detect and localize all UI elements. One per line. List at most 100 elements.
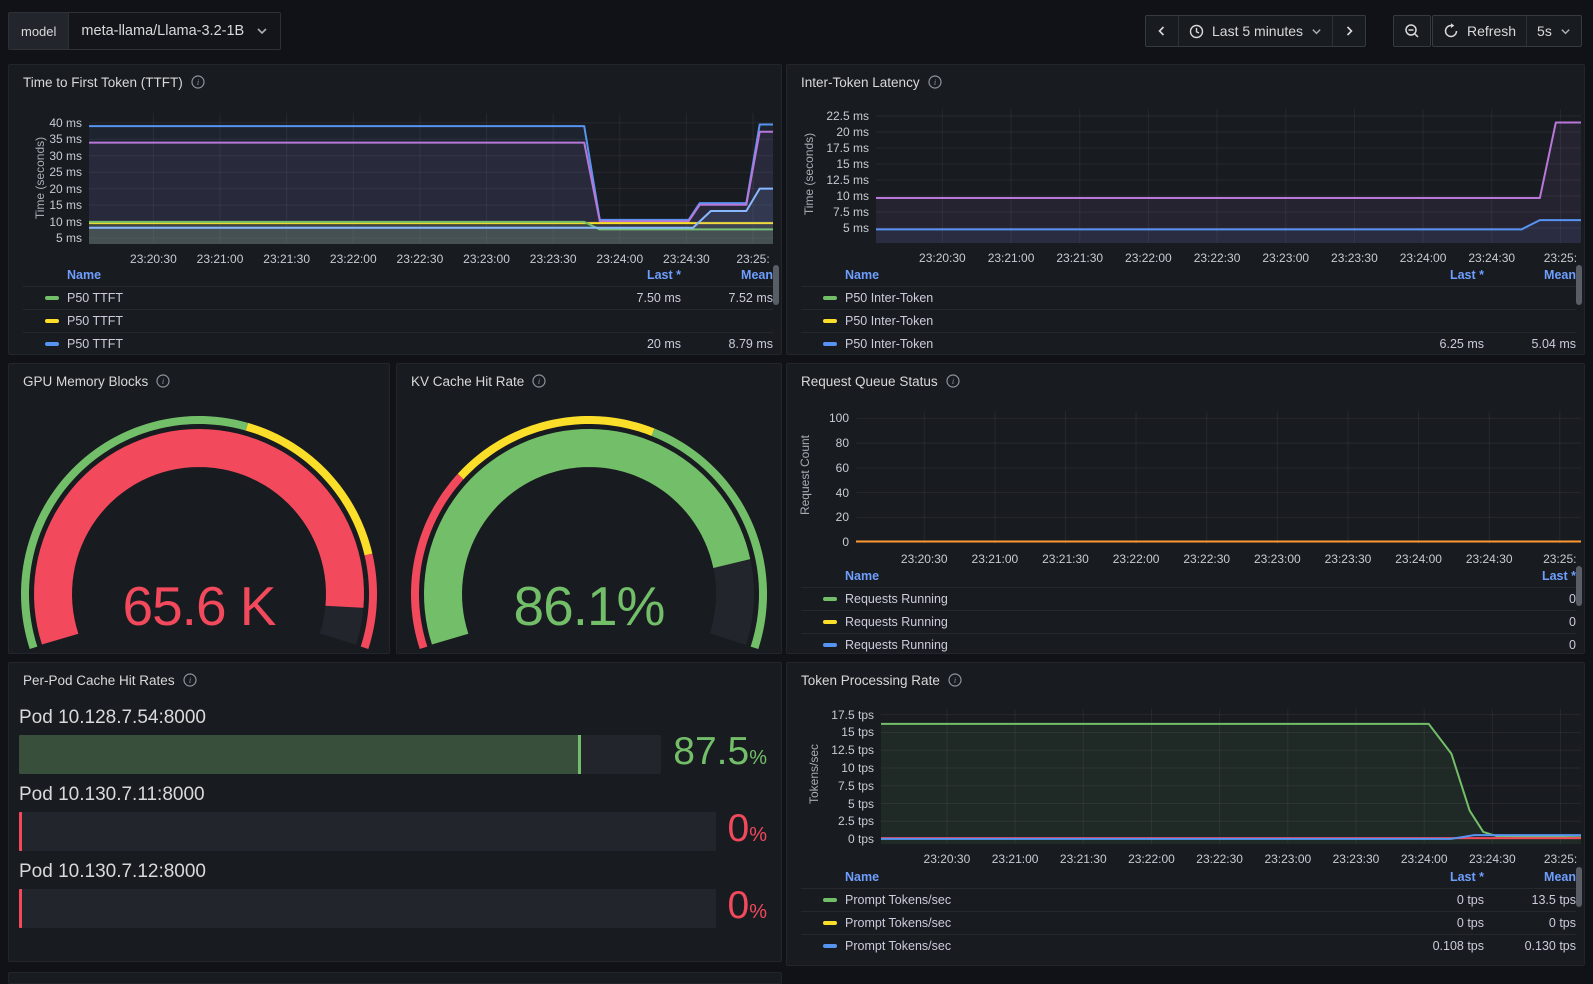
- y-axis-label: Request Count: [798, 420, 812, 530]
- pod-bar-track: [19, 889, 716, 928]
- legend-row[interactable]: P50 Inter-Token: [801, 286, 1576, 309]
- panel-title[interactable]: KV Cache Hit Rate: [411, 374, 524, 389]
- legend-col-name[interactable]: Name: [67, 268, 576, 282]
- series-name[interactable]: Requests Running: [845, 592, 1471, 606]
- kv-gauge-value: 86.1%: [397, 574, 781, 638]
- y-axis-tick: 10 ms: [836, 189, 869, 203]
- info-icon[interactable]: i: [191, 75, 205, 89]
- series-last-value: 0.108 tps: [1379, 939, 1484, 953]
- y-axis-tick: 20 ms: [49, 182, 82, 196]
- y-axis-tick: 40: [836, 486, 849, 500]
- info-icon[interactable]: i: [928, 75, 942, 89]
- panel-title[interactable]: Request Queue Status: [801, 374, 938, 389]
- request-queue-chart-plot[interactable]: 02040608010023:20:3023:21:0023:21:3023:2…: [856, 411, 1581, 544]
- pod-label: Pod 10.130.7.11:8000: [19, 782, 767, 808]
- y-axis-tick: 17.5 tps: [831, 708, 874, 722]
- series-color-swatch: [823, 921, 837, 925]
- model-variable-dropdown[interactable]: meta-llama/Llama-3.2-1B: [69, 13, 280, 49]
- legend-col-mean[interactable]: Mean: [1484, 870, 1576, 884]
- legend-row[interactable]: P50 TTFT7.50 ms7.52 ms: [23, 286, 773, 309]
- series-name[interactable]: P50 TTFT: [67, 337, 576, 351]
- panel-title[interactable]: GPU Memory Blocks: [23, 374, 148, 389]
- time-shift-back-button[interactable]: [1146, 16, 1178, 46]
- legend-row[interactable]: Requests Running0: [801, 633, 1576, 654]
- pod-bar-fill: [19, 735, 581, 774]
- legend-row[interactable]: Requests Running0: [801, 587, 1576, 610]
- legend-row[interactable]: Prompt Tokens/sec0 tps0 tps: [801, 911, 1576, 934]
- refresh-interval-picker[interactable]: 5s: [1526, 16, 1581, 46]
- series-name[interactable]: P50 Inter-Token: [845, 291, 1379, 305]
- y-axis-tick: 10 tps: [841, 761, 874, 775]
- info-icon[interactable]: i: [183, 673, 197, 687]
- legend-row[interactable]: Requests Running0: [801, 610, 1576, 633]
- series-name[interactable]: Prompt Tokens/sec: [845, 939, 1379, 953]
- panel-title[interactable]: Time to First Token (TTFT): [23, 75, 183, 90]
- legend-scrollbar[interactable]: [773, 265, 779, 305]
- legend-col-last[interactable]: Last *: [1379, 870, 1484, 884]
- legend-row[interactable]: P50 Inter-Token: [801, 309, 1576, 332]
- chevron-down-icon: [1311, 26, 1322, 37]
- panel-gpu-memory-blocks: GPU Memory Blocks i 65.6 K: [8, 363, 390, 654]
- chevron-down-icon: [1560, 26, 1571, 37]
- token-rate-chart-plot[interactable]: 0 tps2.5 tps5 tps7.5 tps10 tps12.5 tps15…: [881, 709, 1581, 844]
- ttft-chart-plot[interactable]: 5 ms10 ms15 ms20 ms25 ms30 ms35 ms40 ms2…: [89, 113, 773, 244]
- legend-col-name[interactable]: Name: [845, 569, 1471, 583]
- svg-text:i: i: [933, 77, 936, 87]
- pod-bar-gauge-list: Pod 10.128.7.54:800087.5%Pod 10.130.7.11…: [19, 697, 767, 928]
- series-name[interactable]: Requests Running: [845, 638, 1471, 652]
- legend-scrollbar[interactable]: [1576, 566, 1582, 606]
- legend-row[interactable]: Prompt Tokens/sec0.108 tps0.130 tps: [801, 934, 1576, 957]
- legend-row[interactable]: Prompt Tokens/sec0 tps13.5 tps: [801, 888, 1576, 911]
- x-axis-tick: 23:25:: [1544, 852, 1577, 866]
- panel-title[interactable]: Inter-Token Latency: [801, 75, 920, 90]
- legend-header: NameLast *Mean: [23, 263, 773, 286]
- info-icon[interactable]: i: [532, 374, 546, 388]
- series-name[interactable]: Prompt Tokens/sec: [845, 916, 1379, 930]
- pod-bar-gauge: 0%: [19, 812, 767, 851]
- y-axis-tick: 100: [829, 411, 849, 425]
- legend-row[interactable]: P50 TTFT20 ms8.79 ms: [23, 332, 773, 355]
- legend-col-mean[interactable]: Mean: [1484, 268, 1576, 282]
- legend-scrollbar[interactable]: [1576, 867, 1582, 907]
- chevron-down-icon: [256, 25, 268, 37]
- x-axis-tick: 23:21:30: [1060, 852, 1107, 866]
- y-axis-tick: 5 ms: [843, 221, 869, 235]
- panel-title[interactable]: Per-Pod Cache Hit Rates: [23, 673, 175, 688]
- series-color-swatch: [45, 296, 59, 300]
- y-axis-tick: 30 ms: [49, 149, 82, 163]
- legend-row[interactable]: P50 Inter-Token6.25 ms5.04 ms: [801, 332, 1576, 355]
- legend-col-last[interactable]: Last *: [1379, 268, 1484, 282]
- series-name[interactable]: P50 TTFT: [67, 291, 576, 305]
- legend-col-last[interactable]: Last *: [576, 268, 681, 282]
- time-range-picker[interactable]: Last 5 minutes: [1178, 16, 1332, 46]
- pod-label: Pod 10.130.7.12:8000: [19, 859, 767, 885]
- legend-col-mean[interactable]: Mean: [681, 268, 773, 282]
- dashboard-toolbar: model meta-llama/Llama-3.2-1B Last 5 min…: [0, 0, 1593, 62]
- y-axis-label: Tokens/sec: [807, 719, 821, 829]
- series-last-value: 0: [1471, 592, 1576, 606]
- series-name[interactable]: Requests Running: [845, 615, 1471, 629]
- zoom-out-button[interactable]: [1394, 16, 1430, 46]
- gpu-memory-gauge: 65.6 K: [9, 392, 389, 653]
- series-name[interactable]: P50 TTFT: [67, 314, 576, 328]
- series-name[interactable]: Prompt Tokens/sec: [845, 893, 1379, 907]
- legend-col-last[interactable]: Last *: [1471, 569, 1576, 583]
- y-axis-tick: 5 tps: [848, 797, 874, 811]
- legend-col-name[interactable]: Name: [845, 268, 1379, 282]
- series-mean-value: 8.79 ms: [681, 337, 773, 351]
- panel-title[interactable]: Token Processing Rate: [801, 673, 940, 688]
- series-name[interactable]: P50 Inter-Token: [845, 314, 1379, 328]
- legend-header: NameLast *: [801, 564, 1576, 587]
- series-name[interactable]: P50 Inter-Token: [845, 337, 1379, 351]
- refresh-label: Refresh: [1467, 23, 1516, 39]
- inter-token-latency-chart-plot[interactable]: 5 ms7.5 ms10 ms12.5 ms15 ms17.5 ms20 ms2…: [876, 109, 1581, 243]
- refresh-button[interactable]: Refresh: [1433, 16, 1526, 46]
- time-shift-forward-button[interactable]: [1332, 16, 1365, 46]
- legend-scrollbar[interactable]: [1576, 265, 1582, 305]
- pod-bar-edge: [19, 812, 22, 851]
- info-icon[interactable]: i: [946, 374, 960, 388]
- legend-row[interactable]: P50 TTFT: [23, 309, 773, 332]
- info-icon[interactable]: i: [948, 673, 962, 687]
- info-icon[interactable]: i: [156, 374, 170, 388]
- legend-col-name[interactable]: Name: [845, 870, 1379, 884]
